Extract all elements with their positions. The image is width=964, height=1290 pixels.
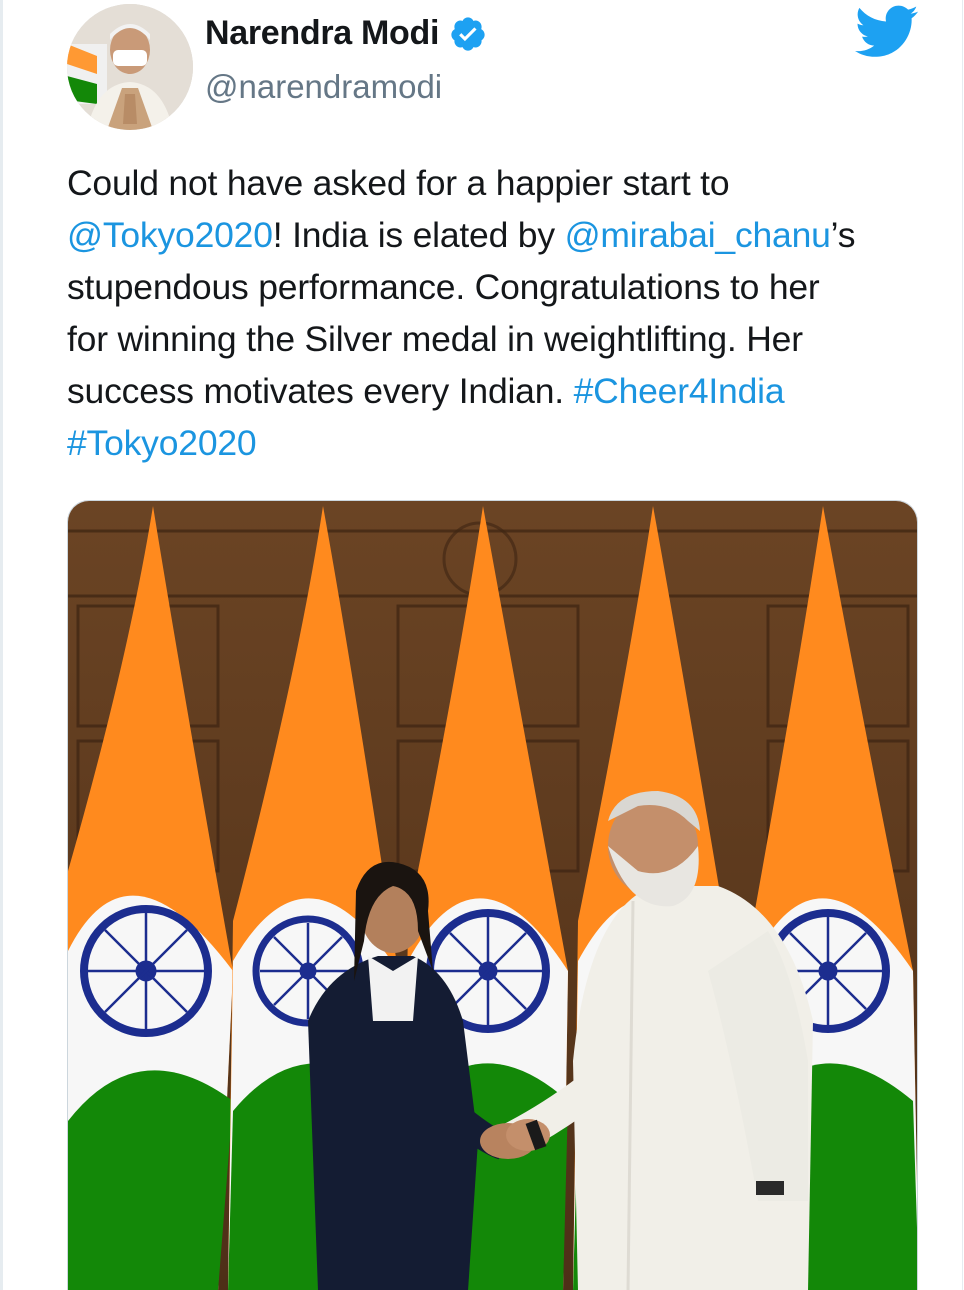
author-name-row: Narendra Modi <box>205 14 487 53</box>
hashtag-link-tokyo2020[interactable]: #Tokyo2020 <box>67 423 257 463</box>
photo-illustration <box>68 501 917 1290</box>
mention-link-mirabai-chanu[interactable]: @mirabai_chanu <box>565 215 831 255</box>
tweet-line-3: stupendous performance. Congratulations … <box>67 261 937 313</box>
tweet-line-6: #Tokyo2020 <box>67 417 937 469</box>
tweet-text-segment: stupendous performance. Congratulations … <box>67 267 820 307</box>
tweet-text: Could not have asked for a happier start… <box>67 157 937 469</box>
tweet-line-1: Could not have asked for a happier start… <box>67 157 937 209</box>
author-avatar[interactable] <box>67 4 193 130</box>
tweet-text-segment: Could not have asked for a happier start… <box>67 163 730 203</box>
hashtag-link-cheer4india[interactable]: #Cheer4India <box>574 371 785 411</box>
mention-link-tokyo2020[interactable]: @Tokyo2020 <box>67 215 273 255</box>
tweet-line-2: @Tokyo2020! India is elated by @mirabai_… <box>67 209 937 261</box>
tweet-line-5: success motivates every Indian. #Cheer4I… <box>67 365 937 417</box>
tweet-media-photo[interactable] <box>67 500 918 1290</box>
tweet-text-segment: for winning the Silver medal in weightli… <box>67 319 803 359</box>
tweet-text-segment: ’s <box>830 215 856 255</box>
verified-badge-icon <box>451 16 485 51</box>
tweet-line-4: for winning the Silver medal in weightli… <box>67 313 937 365</box>
author-handle[interactable]: @narendramodi <box>205 68 442 106</box>
author-name[interactable]: Narendra Modi <box>205 14 439 53</box>
twitter-bird-icon[interactable] <box>855 4 919 60</box>
tweet-text-segment: ! India is elated by <box>272 215 565 255</box>
tweet-text-segment: success motivates every Indian. <box>67 371 574 411</box>
